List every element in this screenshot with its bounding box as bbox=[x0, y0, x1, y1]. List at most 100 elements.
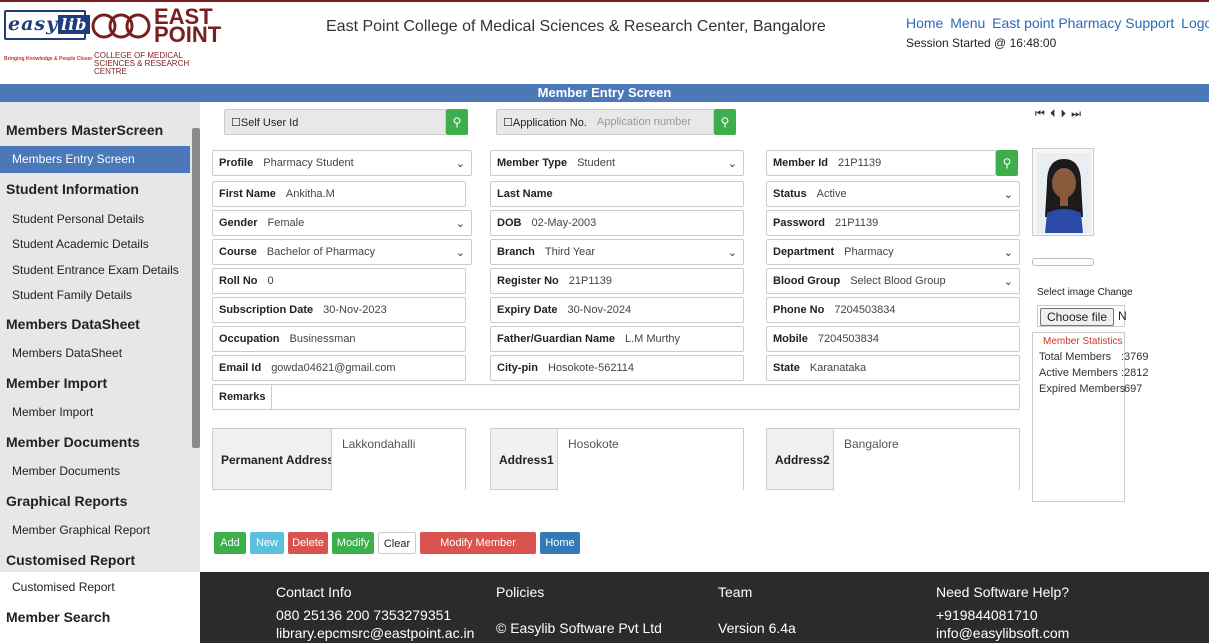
member-type-select[interactable]: Member Type Student ⌄ bbox=[490, 150, 744, 176]
sidebar-item-documents[interactable]: Member Documents bbox=[12, 464, 120, 478]
sidebar-item-graphical[interactable]: Member Graphical Report bbox=[12, 523, 150, 537]
menu-link[interactable]: Menu bbox=[950, 15, 985, 31]
clear-button[interactable]: Clear bbox=[378, 532, 416, 554]
city-pin-field[interactable]: City-pin Hosokote-562114 bbox=[490, 355, 744, 381]
choose-file-button[interactable]: Choose file bbox=[1040, 308, 1114, 326]
member-id-search-button[interactable]: ⚲ bbox=[996, 150, 1018, 176]
application-no-field[interactable]: ☐Application No. Application number bbox=[496, 109, 714, 135]
register-no-field[interactable]: Register No 21P1139 bbox=[490, 268, 744, 294]
address1-field[interactable]: Address1 Hosokote bbox=[490, 428, 744, 491]
branch-select[interactable]: Branch Third Year ⌄ bbox=[490, 239, 744, 265]
mobile-field[interactable]: Mobile 7204503834 bbox=[766, 326, 1020, 352]
footer-contact-email[interactable]: library.epcmsrc@eastpoint.ac.in bbox=[276, 625, 474, 641]
sidebar-item-academic[interactable]: Student Academic Details bbox=[12, 237, 149, 251]
sidebar-head-masterscreen[interactable]: Members MasterScreen bbox=[6, 122, 163, 138]
sidebar-item-members-entry[interactable]: Members Entry Screen bbox=[0, 146, 190, 173]
sidebar-item-customised[interactable]: Customised Report bbox=[12, 580, 115, 594]
permanent-address-field[interactable]: Permanent Address Lakkondahalli bbox=[212, 428, 466, 491]
modify-member-id-button[interactable]: Modify Member Id/Profile bbox=[420, 532, 536, 571]
address2-textarea[interactable]: Bangalore bbox=[833, 429, 1019, 491]
file-input[interactable]: Choose file N bbox=[1037, 305, 1127, 327]
sidebar-item-datasheet[interactable]: Members DataSheet bbox=[12, 346, 122, 360]
blood-group-select[interactable]: Blood Group Select Blood Group ⌄ bbox=[766, 268, 1020, 294]
home-button[interactable]: Home bbox=[540, 532, 580, 554]
sidebar-head-customised[interactable]: Customised Report bbox=[6, 552, 135, 568]
guardian-field[interactable]: Father/Guardian Name L.M Murthy bbox=[490, 326, 744, 352]
sidebar-item-entrance[interactable]: Student Entrance Exam Details bbox=[12, 263, 179, 277]
image-zoom-slider[interactable] bbox=[1032, 258, 1094, 266]
sidebar-head-student-info[interactable]: Student Information bbox=[6, 181, 139, 197]
roll-no-field[interactable]: Roll No 0 bbox=[212, 268, 466, 294]
modify-button[interactable]: Modify bbox=[332, 532, 374, 554]
sidebar-head-import[interactable]: Member Import bbox=[6, 375, 107, 391]
sidebar-head-datasheet[interactable]: Members DataSheet bbox=[6, 316, 140, 332]
member-id-input[interactable]: 21P1139 bbox=[834, 157, 995, 169]
department-select[interactable]: Department Pharmacy ⌄ bbox=[766, 239, 1020, 265]
support-link[interactable]: East point Pharmacy Support bbox=[992, 15, 1174, 31]
first-name-field[interactable]: First Name Ankitha.M bbox=[212, 181, 466, 207]
permanent-address-textarea[interactable]: Lakkondahalli bbox=[331, 429, 465, 491]
tagline: Bringing Knowledge & People Closer bbox=[4, 56, 93, 62]
delete-button[interactable]: Delete bbox=[288, 532, 328, 554]
address1-textarea[interactable]: Hosokote bbox=[557, 429, 743, 491]
sidebar-head-graphical[interactable]: Graphical Reports bbox=[6, 493, 127, 509]
city-pin-input[interactable]: Hosokote-562114 bbox=[544, 362, 743, 374]
self-user-id-checkbox[interactable]: ☐Self User Id bbox=[225, 116, 304, 129]
status-label: Status bbox=[773, 188, 807, 200]
dob-input[interactable]: 02-May-2003 bbox=[527, 217, 743, 229]
footer-copyright: © Easylib Software Pvt Ltd bbox=[496, 620, 662, 636]
register-no-input[interactable]: 21P1139 bbox=[565, 275, 743, 287]
application-search-button[interactable]: ⚲ bbox=[714, 109, 736, 135]
add-button[interactable]: Add bbox=[214, 532, 246, 554]
profile-select[interactable]: Profile Pharmacy Student ⌄ bbox=[212, 150, 472, 176]
self-user-search-button[interactable]: ⚲ bbox=[446, 109, 468, 135]
expiry-date-input[interactable]: 30-Nov-2024 bbox=[564, 304, 743, 316]
subscription-date-field[interactable]: Subscription Date 30-Nov-2023 bbox=[212, 297, 466, 323]
branch-value: Third Year bbox=[544, 246, 596, 258]
record-navigation[interactable]: ⏮ ⏴ ⏵ ⏭ bbox=[1035, 108, 1082, 121]
first-name-input[interactable]: Ankitha.M bbox=[282, 188, 465, 200]
phone-no-input[interactable]: 7204503834 bbox=[830, 304, 1019, 316]
phone-no-label: Phone No bbox=[773, 304, 825, 316]
footer-help-email[interactable]: info@easylibsoft.com bbox=[936, 625, 1069, 641]
state-field[interactable]: State Karanataka bbox=[766, 355, 1020, 381]
occupation-input[interactable]: Businessman bbox=[286, 333, 465, 345]
gender-label: Gender bbox=[219, 217, 258, 229]
expiry-date-field[interactable]: Expiry Date 30-Nov-2024 bbox=[490, 297, 744, 323]
dob-field[interactable]: DOB 02-May-2003 bbox=[490, 210, 744, 236]
member-id-field[interactable]: Member Id 21P1139 bbox=[766, 150, 996, 176]
last-name-field[interactable]: Last Name bbox=[490, 181, 744, 207]
status-select[interactable]: Status Active ⌄ bbox=[766, 181, 1020, 207]
sidebar-item-personal[interactable]: Student Personal Details bbox=[12, 212, 144, 226]
sidebar-head-search[interactable]: Member Search bbox=[6, 609, 110, 625]
guardian-input[interactable]: L.M Murthy bbox=[621, 333, 743, 345]
member-id-label: Member Id bbox=[773, 157, 829, 169]
sidebar-item-family[interactable]: Student Family Details bbox=[12, 288, 132, 302]
subscription-date-input[interactable]: 30-Nov-2023 bbox=[319, 304, 465, 316]
application-no-input[interactable]: Application number bbox=[593, 116, 713, 128]
email-input[interactable]: gowda04621@gmail.com bbox=[267, 362, 465, 374]
application-no-checkbox[interactable]: ☐Application No. bbox=[497, 116, 593, 129]
logout-link[interactable]: Logout bbox=[1181, 15, 1209, 31]
phone-no-field[interactable]: Phone No 7204503834 bbox=[766, 297, 1020, 323]
mobile-input[interactable]: 7204503834 bbox=[814, 333, 1019, 345]
sidebar-item-import[interactable]: Member Import bbox=[12, 405, 93, 419]
remarks-field[interactable]: Remarks bbox=[212, 384, 1020, 410]
self-user-id-field[interactable]: ☐Self User Id bbox=[224, 109, 446, 135]
home-link[interactable]: Home bbox=[906, 15, 943, 31]
member-statistics: Member Statistics Total Members:3769 Act… bbox=[1032, 332, 1149, 502]
new-button[interactable]: New bbox=[250, 532, 284, 554]
state-input[interactable]: Karanataka bbox=[806, 362, 1019, 374]
occupation-field[interactable]: Occupation Businessman bbox=[212, 326, 466, 352]
address2-field[interactable]: Address2 Bangalore bbox=[766, 428, 1020, 491]
sidebar-scrollbar[interactable] bbox=[192, 128, 200, 448]
course-select[interactable]: Course Bachelor of Pharmacy ⌄ bbox=[212, 239, 472, 265]
sidebar-head-documents[interactable]: Member Documents bbox=[6, 434, 140, 450]
password-input[interactable]: 21P1139 bbox=[831, 217, 1019, 229]
email-field[interactable]: Email Id gowda04621@gmail.com bbox=[212, 355, 466, 381]
gender-select[interactable]: Gender Female ⌄ bbox=[212, 210, 472, 236]
file-name: N bbox=[1118, 309, 1127, 323]
footer-help-title: Need Software Help? bbox=[936, 584, 1070, 600]
roll-no-input[interactable]: 0 bbox=[264, 275, 466, 287]
password-field[interactable]: Password 21P1139 bbox=[766, 210, 1020, 236]
